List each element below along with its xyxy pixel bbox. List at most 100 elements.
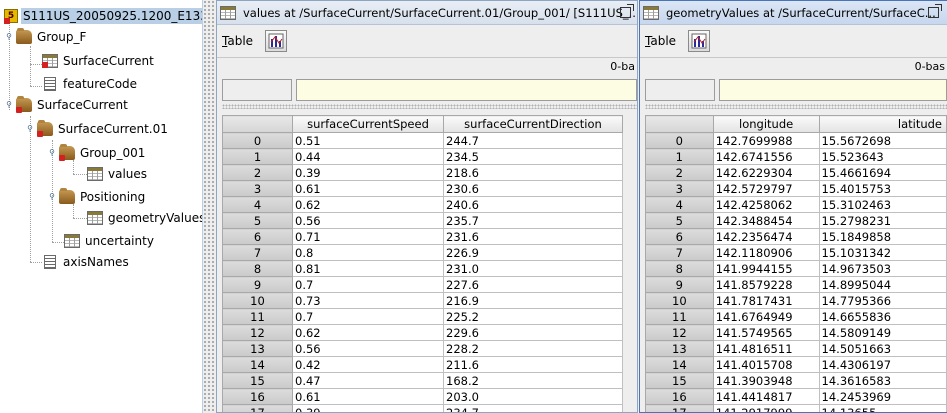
table-cell[interactable]: 14.5051663 — [818, 340, 947, 357]
table-row[interactable]: 7 142.1180906 15.1031342 — [645, 244, 947, 261]
menu-table[interactable]: Table — [222, 34, 253, 48]
table-row[interactable]: 5 142.3488454 15.2798231 — [645, 212, 947, 229]
tree-item-surfacecurrent-table[interactable]: SurfaceCurrent — [42, 51, 156, 71]
table-row[interactable]: 4 142.4258062 15.3102463 — [645, 196, 947, 213]
table-row[interactable]: 10 0.73 216.9 — [222, 292, 623, 309]
table-cell[interactable]: 141.4816511 — [712, 340, 820, 357]
expand-toggle-icon[interactable]: ⚲ — [47, 192, 57, 202]
table-cell[interactable]: 15.5672698 — [818, 132, 947, 149]
row-header[interactable]: 11 — [222, 308, 293, 325]
row-header[interactable]: 15 — [222, 372, 293, 389]
table-row[interactable]: 17 0.39 234.7 — [222, 404, 623, 412]
table-cell[interactable]: 14.3616583 — [818, 372, 947, 389]
table-cell[interactable]: 141.3903948 — [712, 372, 820, 389]
table-cell[interactable]: 231.0 — [443, 260, 623, 277]
table-row[interactable]: 6 0.71 231.6 — [222, 228, 623, 245]
table-cell[interactable]: 216.9 — [443, 292, 623, 309]
table-row[interactable]: 9 141.8579228 14.8995044 — [645, 276, 947, 293]
tree-item-positioning[interactable]: Positioning — [59, 187, 147, 207]
tree-item-values[interactable]: values — [87, 164, 149, 184]
row-header[interactable]: 3 — [645, 180, 714, 197]
chart-button[interactable] — [265, 30, 288, 52]
table-cell[interactable]: 14.8995044 — [818, 276, 947, 293]
table-cell[interactable]: 229.6 — [443, 324, 623, 341]
table-cell[interactable]: 141.6764949 — [712, 308, 820, 325]
row-header[interactable]: 6 — [645, 228, 714, 245]
row-header[interactable]: 4 — [645, 196, 714, 213]
row-header[interactable]: 0 — [645, 132, 714, 149]
table-cell[interactable]: 142.3488454 — [712, 212, 820, 229]
row-header[interactable]: 9 — [222, 276, 293, 293]
window-titlebar[interactable]: geometryValues at /SurfaceCurrent/Surfac… — [640, 1, 947, 25]
maximize-icon[interactable] — [928, 4, 942, 18]
table-row[interactable]: 11 141.6764949 14.6655836 — [645, 308, 947, 325]
table-row[interactable]: 0 0.51 244.7 — [222, 132, 623, 149]
tree-item-uncertainty[interactable]: uncertainty — [64, 231, 156, 251]
table-row[interactable]: 3 142.5729797 15.4015753 — [645, 180, 947, 197]
column-header[interactable]: longitude — [712, 115, 820, 133]
table-cell[interactable]: 226.9 — [443, 244, 623, 261]
table-cell[interactable]: 14.9673503 — [818, 260, 947, 277]
table-cell[interactable]: 14.5809149 — [818, 324, 947, 341]
row-header[interactable]: 6 — [222, 228, 293, 245]
table-cell[interactable]: 203.0 — [443, 388, 623, 405]
row-header[interactable]: 11 — [645, 308, 714, 325]
row-header[interactable]: 0 — [222, 132, 293, 149]
row-header[interactable]: 1 — [645, 148, 714, 165]
row-header[interactable]: 4 — [222, 196, 293, 213]
table-row[interactable]: 1 142.6741556 15.523643 — [645, 148, 947, 165]
table-cell[interactable]: 15.4015753 — [818, 180, 947, 197]
cell-value-field[interactable] — [719, 79, 947, 101]
row-header[interactable]: 7 — [645, 244, 714, 261]
table-cell[interactable]: 141.9944155 — [712, 260, 820, 277]
table-cell[interactable]: 15.1031342 — [818, 244, 947, 261]
row-header[interactable]: 17 — [222, 404, 293, 412]
row-header[interactable]: 13 — [222, 340, 293, 357]
table-cell[interactable]: 15.4661694 — [818, 164, 947, 181]
table-row[interactable]: 3 0.61 230.6 — [222, 180, 623, 197]
table-row[interactable]: 15 141.3903948 14.3616583 — [645, 372, 947, 389]
table-row[interactable]: 5 0.56 235.7 — [222, 212, 623, 229]
table-cell[interactable]: 227.6 — [443, 276, 623, 293]
table-row[interactable]: 13 141.4816511 14.5051663 — [645, 340, 947, 357]
column-header[interactable]: surfaceCurrentSpeed — [292, 115, 444, 133]
cell-value-field[interactable] — [296, 79, 637, 101]
row-header[interactable]: 7 — [222, 244, 293, 261]
table-row[interactable]: 14 141.4015708 14.4306197 — [645, 356, 947, 373]
table-cell[interactable]: 0.81 — [292, 260, 444, 277]
table-cell[interactable]: 15.523643 — [818, 148, 947, 165]
row-header[interactable]: 17 — [645, 404, 714, 412]
table-cell[interactable]: 142.1180906 — [712, 244, 820, 261]
table-cell[interactable]: 240.6 — [443, 196, 623, 213]
table-cell[interactable]: 141.4015708 — [712, 356, 820, 373]
table-cell[interactable]: 0.51 — [292, 132, 444, 149]
table-row[interactable]: 15 0.47 168.2 — [222, 372, 623, 389]
table-row[interactable]: 6 142.2356474 15.1849858 — [645, 228, 947, 245]
row-header[interactable]: 1 — [222, 148, 293, 165]
table-cell[interactable]: 14.7795366 — [818, 292, 947, 309]
table-cell[interactable]: 0.61 — [292, 180, 444, 197]
row-header[interactable]: 13 — [645, 340, 714, 357]
table-cell[interactable]: 15.2798231 — [818, 212, 947, 229]
table-row[interactable]: 11 0.7 225.2 — [222, 308, 623, 325]
data-table[interactable]: surfaceCurrentSpeed surfaceCurrentDirect… — [222, 115, 623, 412]
table-cell[interactable]: 142.6741556 — [712, 148, 820, 165]
table-cell[interactable]: 234.7 — [443, 404, 623, 412]
table-cell[interactable]: 141.4414817 — [712, 388, 820, 405]
row-header[interactable]: 2 — [645, 164, 714, 181]
row-header[interactable]: 8 — [645, 260, 714, 277]
column-header[interactable]: surfaceCurrentDirection — [443, 115, 623, 133]
row-header[interactable]: 10 — [222, 292, 293, 309]
expand-toggle-icon[interactable]: ⚲ — [4, 100, 14, 110]
tree-item-group-001[interactable]: Group_001 — [59, 143, 147, 163]
table-cell[interactable]: 211.6 — [443, 356, 623, 373]
table-cell[interactable]: 141.8579228 — [712, 276, 820, 293]
table-cell[interactable]: 0.71 — [292, 228, 444, 245]
expand-toggle-icon[interactable]: ⚲ — [4, 32, 14, 42]
row-header[interactable]: 14 — [222, 356, 293, 373]
table-row[interactable]: 4 0.62 240.6 — [222, 196, 623, 213]
table-cell[interactable]: 0.47 — [292, 372, 444, 389]
table-cell[interactable]: 14.2453969 — [818, 388, 947, 405]
window-titlebar[interactable]: values at /SurfaceCurrent/SurfaceCurrent… — [217, 1, 637, 25]
table-row[interactable]: 1 0.44 234.5 — [222, 148, 623, 165]
